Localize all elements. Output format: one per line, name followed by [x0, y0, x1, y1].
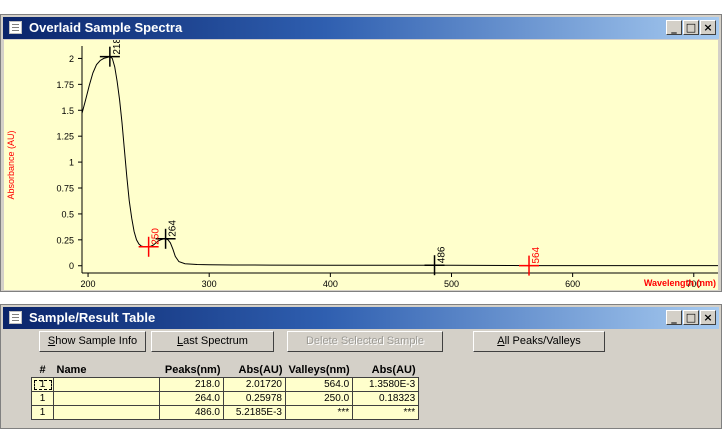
- all-peaks-accel: A: [497, 335, 505, 347]
- minimize-button[interactable]: _: [666, 20, 682, 35]
- spectra-window-title: Overlaid Sample Spectra: [29, 20, 183, 35]
- cell-index[interactable]: 1: [31, 405, 54, 420]
- table-window-title: Sample/Result Table: [29, 310, 156, 325]
- cell-valley-abs[interactable]: 1.3580E-3: [352, 377, 420, 392]
- peak-label: 218: [112, 40, 123, 55]
- cell-name[interactable]: [53, 377, 160, 392]
- cell-index[interactable]: 1: [31, 377, 54, 392]
- delete-selected-sample-button[interactable]: Delete Selected Sample: [287, 331, 443, 352]
- y-tick-label: 1.75: [56, 80, 74, 90]
- cell-name[interactable]: [53, 405, 160, 420]
- show-sample-info-button[interactable]: Show Sample Info: [39, 331, 146, 352]
- cell-peak[interactable]: 218.0: [159, 377, 224, 392]
- col-header-peaks[interactable]: Peaks(nm): [160, 363, 224, 378]
- cell-peak[interactable]: 486.0: [159, 405, 224, 420]
- maximize-button[interactable]: □: [683, 20, 699, 35]
- cell-valley[interactable]: 250.0: [284, 391, 354, 406]
- cell-peak-abs[interactable]: 0.25978: [223, 391, 286, 406]
- close-button[interactable]: ×: [700, 20, 716, 35]
- spectrum-plot[interactable]: 0 0.25 0.5 0.75 1 1.25 1.5 1.75 2 200 300 400 500 600…: [4, 40, 718, 290]
- window-icon: [9, 21, 22, 34]
- cell-peak[interactable]: 264.0: [159, 391, 224, 406]
- cell-valley[interactable]: ***: [284, 405, 354, 420]
- peak-label: 486: [437, 246, 448, 263]
- y-tick-label: 0: [69, 261, 74, 271]
- close-button[interactable]: ×: [700, 310, 716, 325]
- x-tick-label: 200: [81, 279, 96, 289]
- peak-label: 264: [168, 220, 179, 237]
- x-axis-label: Wavelength (nm): [644, 278, 716, 288]
- table-header-row: # Name Peaks(nm) Abs(AU) Valleys(nm) Abs…: [32, 363, 419, 378]
- valley-label: 250: [151, 228, 162, 245]
- minimize-button[interactable]: _: [666, 310, 682, 325]
- table-row[interactable]: 1 218.0 2.01720 564.0 1.3580E-3: [31, 377, 420, 392]
- result-table: # Name Peaks(nm) Abs(AU) Valleys(nm) Abs…: [31, 363, 420, 420]
- valley-label: 564: [531, 246, 542, 263]
- peak-marker: 218: [99, 40, 123, 67]
- valley-marker: 250: [138, 228, 162, 257]
- x-tick-label: 600: [565, 279, 580, 289]
- peak-marker: 486: [424, 246, 448, 276]
- table-titlebar[interactable]: Sample/Result Table _ □ ×: [3, 307, 719, 329]
- spectrum-chart: 0 0.25 0.5 0.75 1 1.25 1.5 1.75 2 200 300 400 500 600…: [6, 40, 718, 289]
- y-axis-label: Absorbance (AU): [6, 130, 16, 199]
- table-window: Sample/Result Table _ □ × Show Sample In…: [0, 304, 722, 429]
- all-peaks-valleys-button[interactable]: All Peaks/Valleys: [473, 331, 605, 352]
- col-header-index[interactable]: #: [32, 363, 54, 378]
- cell-name[interactable]: [53, 391, 160, 406]
- table-row[interactable]: 1 264.0 0.25978 250.0 0.18323: [31, 391, 420, 406]
- show-sample-info-label: how Sample Info: [55, 335, 138, 347]
- cell-valley-abs[interactable]: ***: [352, 405, 420, 420]
- y-tick-label: 0.25: [56, 235, 74, 245]
- x-tick-label: 300: [202, 279, 217, 289]
- cell-valley[interactable]: 564.0: [284, 377, 354, 392]
- y-tick-label: 2: [69, 54, 74, 64]
- cell-peak-abs[interactable]: 2.01720: [223, 377, 286, 392]
- cell-valley-abs[interactable]: 0.18323: [352, 391, 420, 406]
- spectra-window: Overlaid Sample Spectra _ □ × 0 0.25 0.5 0.…: [0, 14, 722, 292]
- col-header-valleys[interactable]: Valleys(nm): [286, 363, 353, 378]
- last-spectrum-button[interactable]: Last Spectrum: [151, 331, 274, 352]
- col-header-valley-abs[interactable]: Abs(AU): [353, 363, 419, 378]
- valley-marker: 564: [519, 246, 542, 276]
- y-tick-label: 1.5: [61, 106, 74, 116]
- y-tick-label: 1.25: [56, 132, 74, 142]
- all-peaks-label: ll Peaks/Valleys: [504, 335, 581, 347]
- maximize-button[interactable]: □: [683, 310, 699, 325]
- cell-peak-abs[interactable]: 5.2185E-3: [223, 405, 286, 420]
- x-tick-label: 500: [444, 279, 459, 289]
- y-tick-label: 1: [69, 158, 74, 168]
- col-header-peak-abs[interactable]: Abs(AU): [224, 363, 286, 378]
- last-spectrum-label: ast Spectrum: [183, 335, 248, 347]
- x-tick-label: 400: [323, 279, 338, 289]
- spectra-titlebar[interactable]: Overlaid Sample Spectra _ □ ×: [3, 17, 719, 39]
- window-icon: [9, 311, 22, 324]
- y-tick-label: 0.5: [61, 209, 74, 219]
- col-header-name[interactable]: Name: [54, 363, 160, 378]
- y-tick-label: 0.75: [56, 184, 74, 194]
- table-row[interactable]: 1 486.0 5.2185E-3 *** ***: [31, 405, 420, 420]
- cell-index[interactable]: 1: [31, 391, 54, 406]
